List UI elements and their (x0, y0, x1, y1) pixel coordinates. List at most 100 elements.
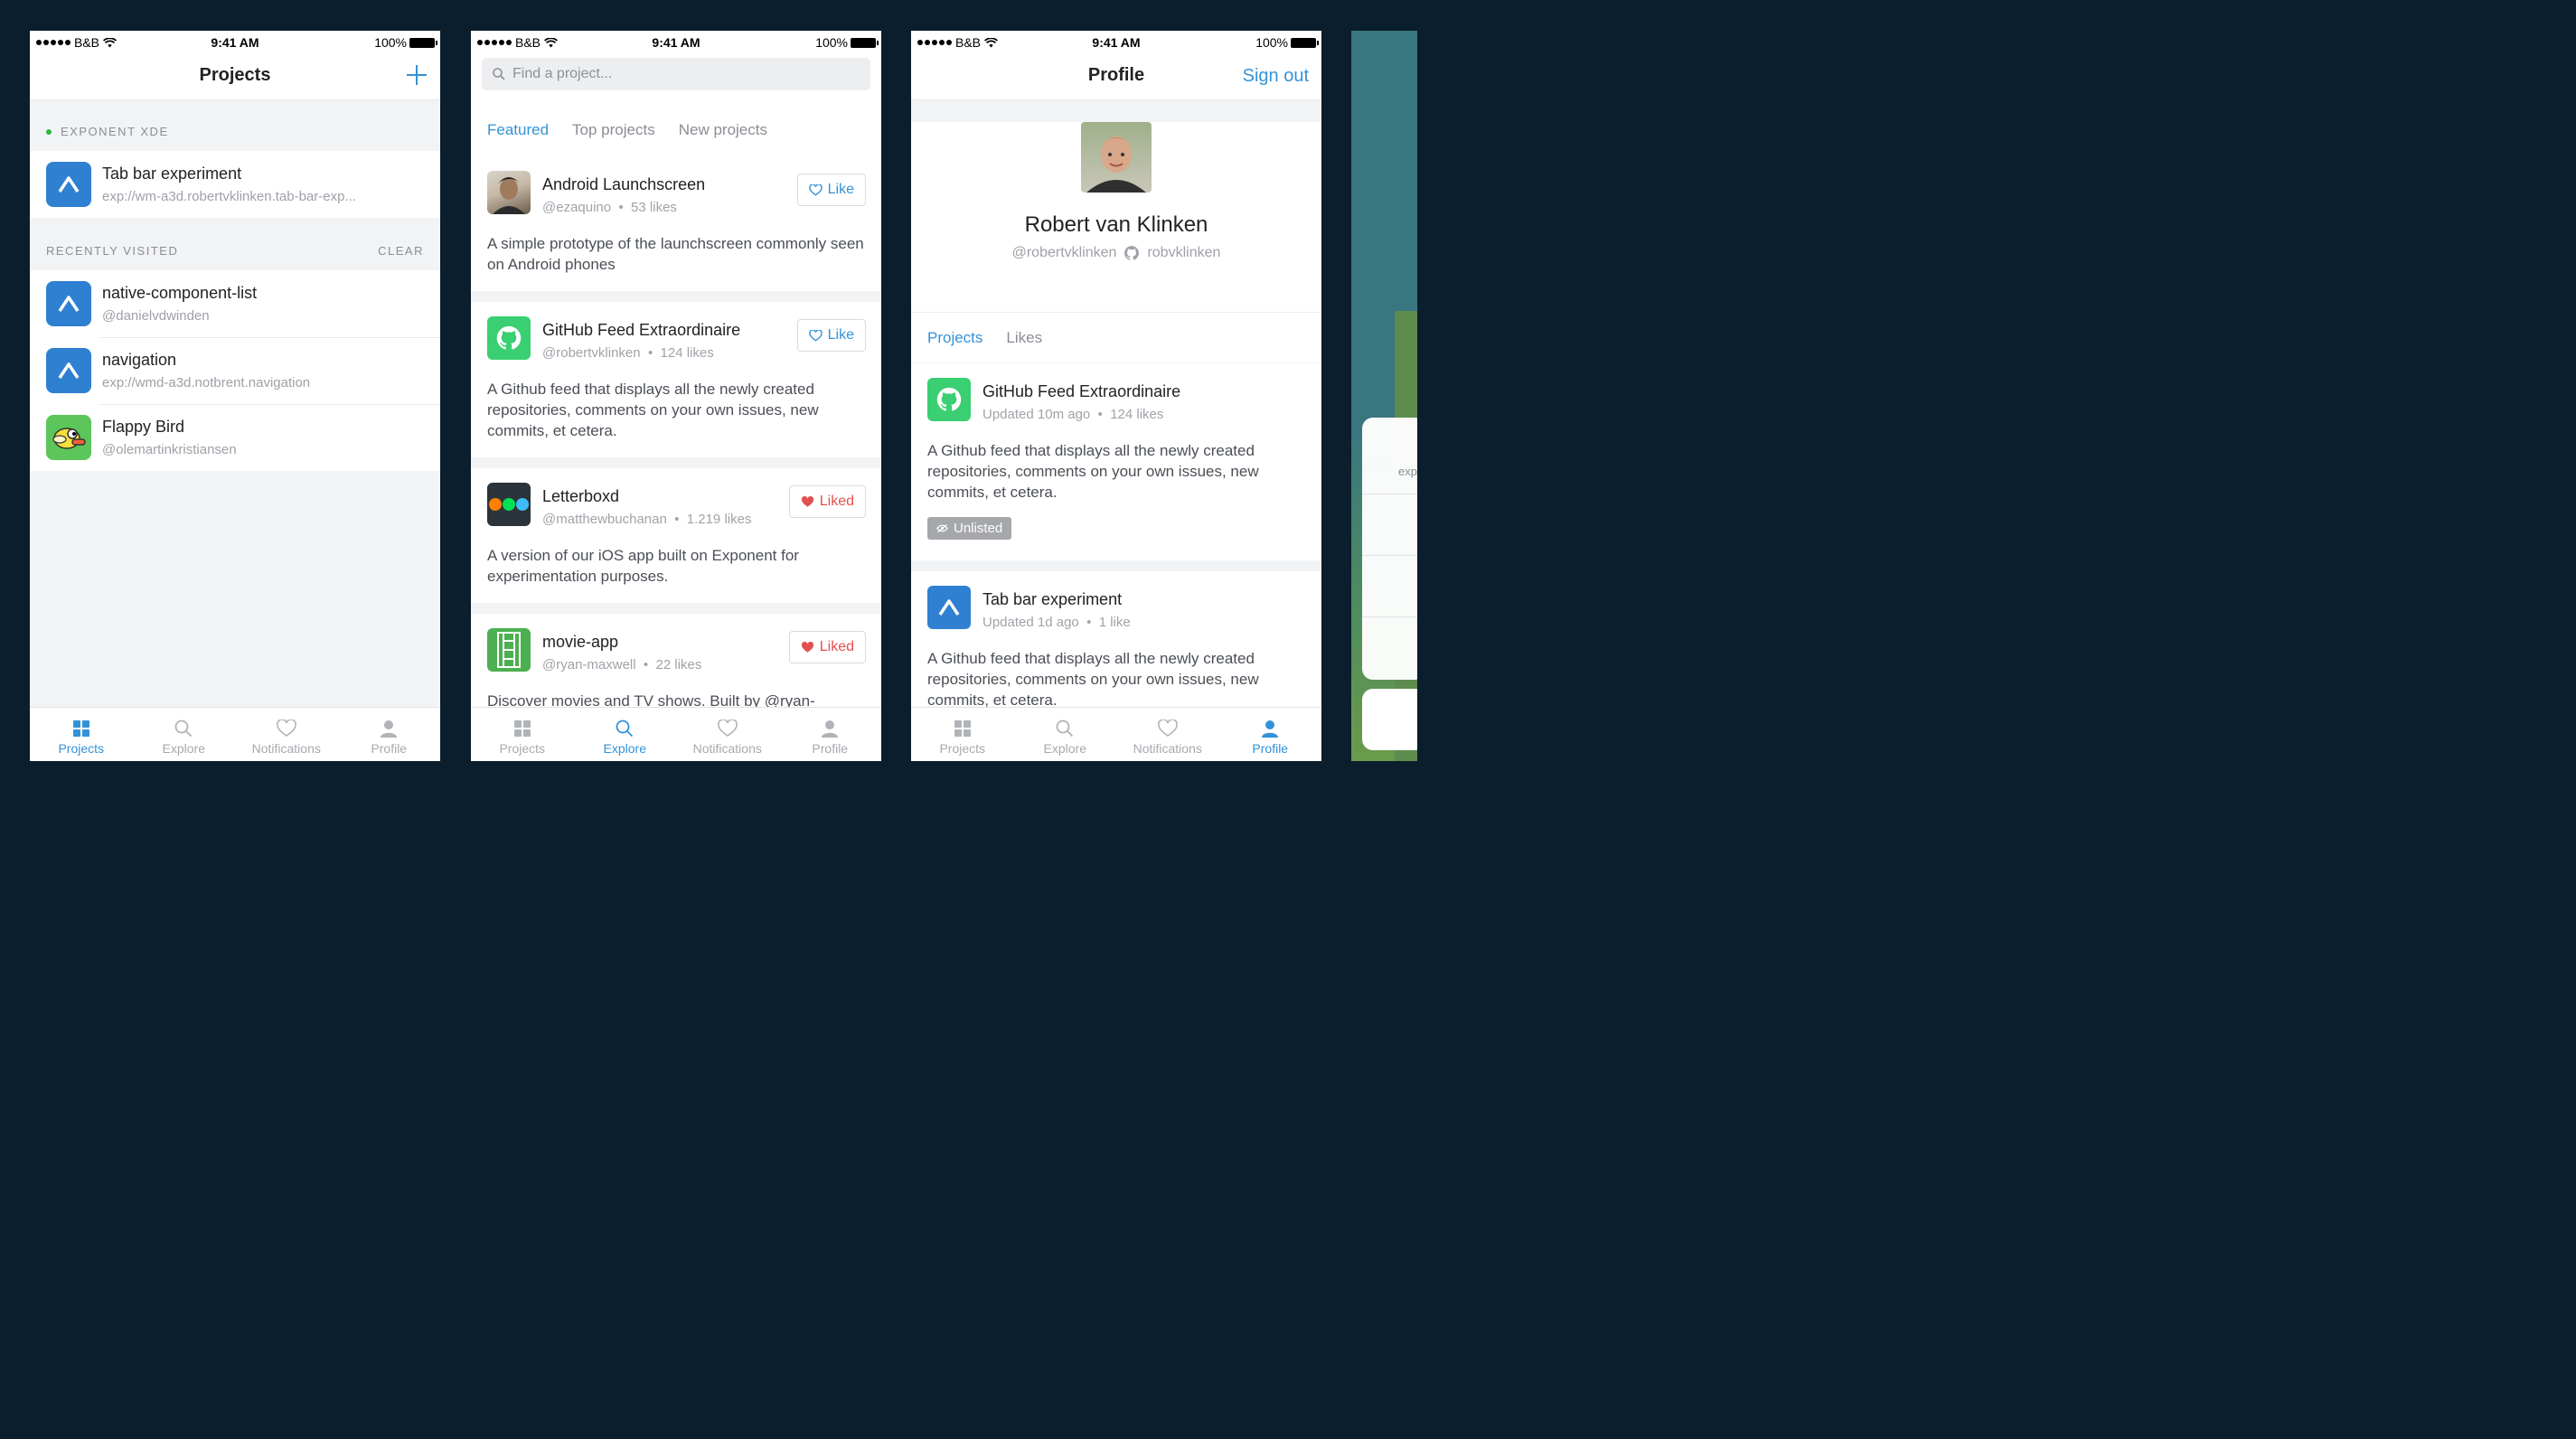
letterboxd-icon (487, 483, 531, 526)
tab-explore[interactable]: Explore (1014, 708, 1117, 761)
nav-bar: Projects (30, 54, 440, 100)
profile-name: Robert van Klinken (1024, 212, 1208, 237)
search-header: Find a project... Featured Top projects … (471, 54, 881, 158)
like-button[interactable]: Like (796, 174, 866, 206)
tab-label: Profile (812, 741, 849, 756)
updated-time: Updated 1d ago (982, 615, 1079, 630)
project-owner: @ryan-maxwell (542, 657, 636, 672)
tab-projects[interactable]: Projects (471, 708, 574, 761)
avatar (487, 171, 531, 214)
tab-explore[interactable]: Explore (574, 708, 677, 761)
project-owner: @ezaquino (542, 200, 612, 215)
like-count: 22 likes (655, 657, 702, 672)
section-header-recent: RECENTLY VISITED CLEAR (30, 218, 440, 270)
film-strip-icon (487, 628, 531, 672)
tab-profile[interactable]: Profile (338, 708, 441, 761)
project-name: GitHub Feed Extraordinaire (542, 321, 741, 339)
tab-new-projects[interactable]: New projects (679, 121, 767, 158)
tab-label: Explore (1043, 741, 1086, 756)
explore-screen: B&B 9:41 AM 100% Find a project... Featu… (471, 31, 881, 761)
exponent-icon (927, 586, 971, 629)
tab-explore[interactable]: Explore (133, 708, 236, 761)
section-header-xde: EXPONENT XDE (30, 100, 440, 151)
profile-tabs: Projects Likes (911, 312, 1321, 362)
project-owner: @matthewbuchanan (542, 512, 667, 527)
partial-cancel-button[interactable] (1362, 689, 1417, 750)
like-count: 1 like (1098, 615, 1131, 630)
clear-button[interactable]: CLEAR (378, 244, 424, 258)
battery-icon (409, 37, 437, 48)
project-card[interactable]: GitHub Feed Extraordinaire Updated 10m a… (911, 363, 1321, 560)
page-title: Projects (199, 65, 271, 85)
project-name: navigation (102, 351, 177, 369)
project-owner: @robertvklinken (542, 345, 641, 361)
heart-filled-icon (801, 641, 813, 653)
list-item[interactable]: native-component-list @danielvdwinden (30, 270, 440, 337)
tab-projects[interactable]: Projects (911, 708, 1014, 761)
tab-profile[interactable]: Profile (779, 708, 882, 761)
status-badge: Unlisted (927, 517, 1012, 540)
github-handle[interactable]: robvklinken (1147, 245, 1220, 261)
project-card[interactable]: GitHub Feed Extraordinaire @robertvklink… (471, 302, 881, 457)
project-url: exp://wm-a3d.robertvklinken.tab-bar-exp.… (102, 189, 356, 204)
projects-screen: B&B 9:41 AM 100% Projects EXPONENT XDE T… (30, 31, 440, 761)
like-count: 1.219 likes (686, 512, 752, 527)
heart-outline-icon (808, 183, 823, 196)
project-name: Tab bar experiment (982, 590, 1123, 608)
heart-icon (1157, 720, 1178, 737)
tab-profile-likes[interactable]: Likes (1006, 329, 1042, 347)
tab-profile[interactable]: Profile (1219, 708, 1322, 761)
add-project-button[interactable] (406, 64, 428, 91)
updated-time: Updated 10m ago (982, 407, 1091, 422)
like-count: 53 likes (631, 200, 677, 215)
search-icon (493, 68, 505, 80)
tab-projects[interactable]: Projects (30, 708, 133, 761)
grid-icon (513, 720, 531, 737)
heart-icon (276, 720, 296, 737)
search-placeholder: Find a project... (512, 66, 613, 81)
list-item[interactable]: Flappy Bird @olemartinkristiansen (30, 404, 440, 471)
tab-profile-projects[interactable]: Projects (927, 329, 982, 347)
avatar (1081, 122, 1152, 193)
search-icon (616, 720, 634, 738)
project-card[interactable]: Android Launchscreen @ezaquino • 53 like… (471, 156, 881, 291)
project-url: exp://wmd-a3d.notbrent.navigation (102, 375, 311, 390)
github-icon (1124, 246, 1140, 260)
like-count: 124 likes (660, 345, 714, 361)
tab-label: Projects (939, 741, 986, 756)
tab-notifications[interactable]: Notifications (1116, 708, 1219, 761)
tab-notifications[interactable]: Notifications (235, 708, 338, 761)
tab-bar: Projects Explore Notifications Profile (30, 707, 440, 761)
status-bar: B&B 9:41 AM 100% (30, 31, 440, 54)
tab-featured[interactable]: Featured (487, 121, 549, 158)
partial-dialog: exp (1362, 418, 1417, 680)
person-icon (822, 720, 839, 738)
username: @robertvklinken (1011, 245, 1117, 260)
project-description: A Github feed that displays all the newl… (487, 381, 819, 439)
online-indicator (46, 129, 52, 135)
battery-label: 100% (1255, 35, 1288, 50)
project-description: A Github feed that displays all the newl… (927, 650, 1259, 709)
list-item[interactable]: navigation exp://wmd-a3d.notbrent.naviga… (30, 337, 440, 404)
search-input[interactable]: Find a project... (482, 58, 870, 90)
tab-top-projects[interactable]: Top projects (572, 121, 655, 158)
tab-label: Notifications (251, 741, 321, 756)
like-label: Like (827, 327, 854, 343)
project-name: Flappy Bird (102, 418, 185, 436)
current-project-row[interactable]: Tab bar experiment exp://wm-a3d.robertvk… (30, 151, 440, 218)
tab-notifications[interactable]: Notifications (676, 708, 779, 761)
liked-button[interactable]: Liked (788, 485, 866, 518)
liked-button[interactable]: Liked (788, 631, 866, 663)
project-owner: @danielvdwinden (102, 308, 210, 324)
explore-subtabs: Featured Top projects New projects (487, 121, 767, 158)
heart-icon (717, 720, 738, 737)
project-name: Tab bar experiment (102, 165, 242, 183)
heart-filled-icon (801, 495, 813, 507)
like-label: Liked (819, 639, 854, 654)
sign-out-button[interactable]: Sign out (1243, 66, 1309, 87)
battery-label: 100% (374, 35, 407, 50)
like-button[interactable]: Like (796, 319, 866, 352)
nav-bar: Profile Sign out (911, 54, 1321, 100)
project-card[interactable]: Letterboxd @matthewbuchanan • 1.219 like… (471, 468, 881, 603)
profile-screen: B&B 9:41 AM 100% Profile Sign out Robert… (911, 31, 1321, 761)
